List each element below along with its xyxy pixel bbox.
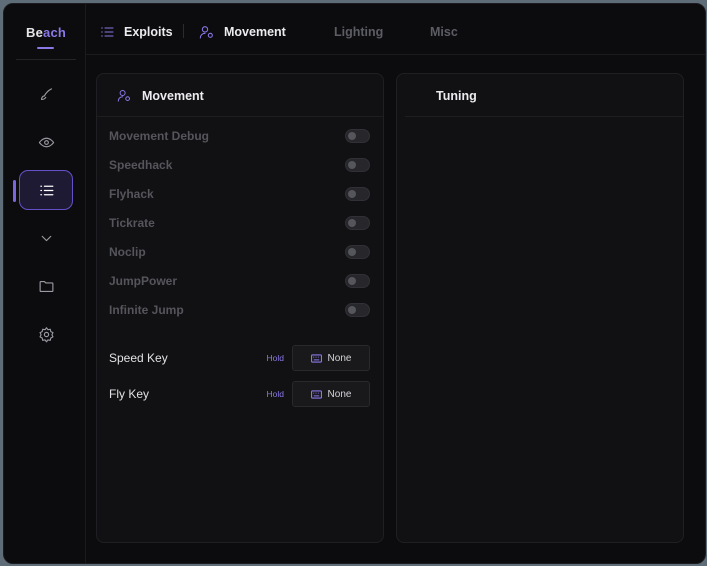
list-icon <box>101 27 114 37</box>
speed-key-button[interactable]: None <box>292 345 370 371</box>
toggle-row: Speedhack <box>109 155 370 175</box>
logo-underline <box>37 47 54 49</box>
sidebar-item-more[interactable] <box>19 218 73 258</box>
tickrate-toggle[interactable] <box>345 216 370 230</box>
tab-label: Exploits <box>124 25 173 39</box>
sidebar-item-settings[interactable] <box>19 314 73 354</box>
keyboard-icon <box>310 353 322 363</box>
keybind-label: Speed Key <box>109 351 168 365</box>
sidebar-item-files[interactable] <box>19 266 73 306</box>
tab-exploits[interactable]: Exploits <box>99 22 173 42</box>
sidebar: Beach <box>4 4 86 563</box>
noclip-toggle[interactable] <box>345 245 370 259</box>
divider <box>183 24 184 38</box>
panel-header: Tuning <box>405 74 683 117</box>
list-icon <box>39 185 53 195</box>
panel-title: Tuning <box>436 89 477 103</box>
user-settings-icon <box>199 26 213 39</box>
app-window: Beach Exploits Movement Lighting Misc Mo… <box>3 3 706 564</box>
active-indicator <box>13 180 16 202</box>
keyboard-icon <box>310 389 322 399</box>
keybind-label: Fly Key <box>109 387 150 401</box>
fly-key-button[interactable]: None <box>292 381 370 407</box>
keybind-row: Speed Key Hold None <box>109 345 370 371</box>
movement-panel: Movement Movement Debug Speedhack Flyhac… <box>96 73 384 543</box>
tab-label: Movement <box>224 25 286 39</box>
toggle-row: Tickrate <box>109 213 370 233</box>
tab-bar: Exploits Movement Lighting Misc <box>86 4 705 55</box>
tab-lighting[interactable]: Lighting <box>334 22 383 42</box>
toggle-row: Movement Debug <box>109 126 370 146</box>
keybind-row: Fly Key Hold None <box>109 381 370 407</box>
toggle-label: Tickrate <box>109 216 155 230</box>
brush-icon <box>40 87 52 100</box>
sidebar-item-esp[interactable] <box>19 122 73 162</box>
toggle-row: Flyhack <box>109 184 370 204</box>
tab-label: Lighting <box>334 25 384 39</box>
tab-movement[interactable]: Movement <box>199 22 286 42</box>
chevron-down-icon <box>41 235 51 241</box>
toggle-label: Speedhack <box>109 158 173 172</box>
tab-misc[interactable]: Misc <box>430 22 458 42</box>
jumppower-toggle[interactable] <box>345 274 370 288</box>
gear-icon <box>38 326 54 342</box>
toggle-row: Infinite Jump <box>109 300 370 320</box>
panel-title: Movement <box>142 89 204 103</box>
keybind-mode[interactable]: Hold <box>267 353 284 363</box>
folder-icon <box>39 280 53 292</box>
toggle-label: Flyhack <box>109 187 154 201</box>
keybind-mode[interactable]: Hold <box>267 389 284 399</box>
keybind-value: None <box>327 352 352 364</box>
toggle-row: JumpPower <box>109 271 370 291</box>
app-logo: Beach <box>26 25 67 40</box>
panel-header: Movement <box>97 74 383 117</box>
speedhack-toggle[interactable] <box>345 158 370 172</box>
tuning-panel: Tuning <box>396 73 684 543</box>
divider <box>16 59 76 60</box>
eye-icon <box>38 137 54 147</box>
toggle-row: Noclip <box>109 242 370 262</box>
user-settings-icon <box>117 90 130 102</box>
toggle-label: Noclip <box>109 245 146 259</box>
sidebar-item-exploits[interactable] <box>19 170 73 210</box>
flyhack-toggle[interactable] <box>345 187 370 201</box>
infinite-jump-toggle[interactable] <box>345 303 370 317</box>
toggle-label: Movement Debug <box>109 129 210 143</box>
toggle-label: JumpPower <box>109 274 178 288</box>
toggle-label: Infinite Jump <box>109 303 184 317</box>
sidebar-item-visuals[interactable] <box>19 74 73 114</box>
tab-label: Misc <box>430 25 458 39</box>
keybind-value: None <box>327 388 352 400</box>
movement-debug-toggle[interactable] <box>345 129 370 143</box>
